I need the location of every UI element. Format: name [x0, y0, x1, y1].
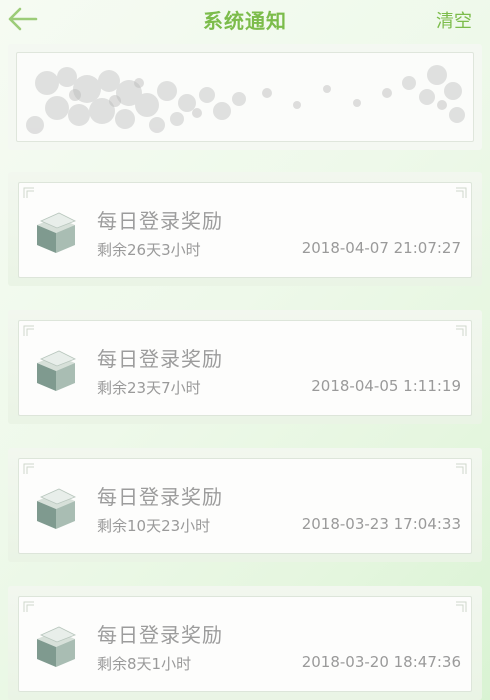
notification-remaining: 剩余10天23小时: [97, 517, 211, 535]
clear-button[interactable]: 清空: [436, 7, 472, 33]
page-title: 系统通知: [203, 9, 287, 33]
obscured-content: [16, 52, 474, 142]
notification-remaining: 剩余8天1小时: [97, 655, 192, 673]
gift-box-icon: [37, 626, 76, 667]
corner-ornament-icon: [456, 463, 467, 474]
notification-date: 2018-04-05 1:11:19: [311, 377, 461, 395]
corner-ornament-icon: [23, 187, 34, 198]
notification-card-body: 每日登录奖励 剩余8天1小时 2018-03-20 18:47:36: [18, 596, 472, 692]
notification-date: 2018-03-20 18:47:36: [301, 653, 461, 671]
corner-ornament-icon: [23, 325, 34, 336]
notification-title: 每日登录奖励: [97, 485, 223, 509]
gift-box-icon: [37, 488, 76, 529]
notification-remaining: 剩余23天7小时: [97, 379, 201, 397]
gift-box-icon: [37, 350, 76, 391]
header-bar: 系统通知 清空: [0, 0, 490, 40]
corner-ornament-icon: [456, 601, 467, 612]
notification-card[interactable]: 每日登录奖励 剩余8天1小时 2018-03-20 18:47:36: [8, 586, 482, 700]
obscured-notification-card[interactable]: [8, 44, 482, 150]
notification-title: 每日登录奖励: [97, 623, 223, 647]
notification-title: 每日登录奖励: [97, 209, 223, 233]
notification-card-body: 每日登录奖励 剩余26天3小时 2018-04-07 21:07:27: [18, 182, 472, 278]
notification-title: 每日登录奖励: [97, 347, 223, 371]
corner-ornament-icon: [23, 601, 34, 612]
notification-date: 2018-04-07 21:07:27: [301, 239, 461, 257]
notification-card-body: 每日登录奖励 剩余23天7小时 2018-04-05 1:11:19: [18, 320, 472, 416]
corner-ornament-icon: [23, 463, 34, 474]
notification-card[interactable]: 每日登录奖励 剩余26天3小时 2018-04-07 21:07:27: [8, 172, 482, 286]
notification-card[interactable]: 每日登录奖励 剩余10天23小时 2018-03-23 17:04:33: [8, 448, 482, 562]
corner-ornament-icon: [456, 187, 467, 198]
gift-box-icon: [37, 212, 76, 253]
notification-card-body: 每日登录奖励 剩余10天23小时 2018-03-23 17:04:33: [18, 458, 472, 554]
notification-date: 2018-03-23 17:04:33: [301, 515, 461, 533]
blur-mask: [26, 65, 465, 134]
corner-ornament-icon: [456, 325, 467, 336]
notification-remaining: 剩余26天3小时: [97, 241, 201, 259]
notification-card[interactable]: 每日登录奖励 剩余23天7小时 2018-04-05 1:11:19: [8, 310, 482, 424]
